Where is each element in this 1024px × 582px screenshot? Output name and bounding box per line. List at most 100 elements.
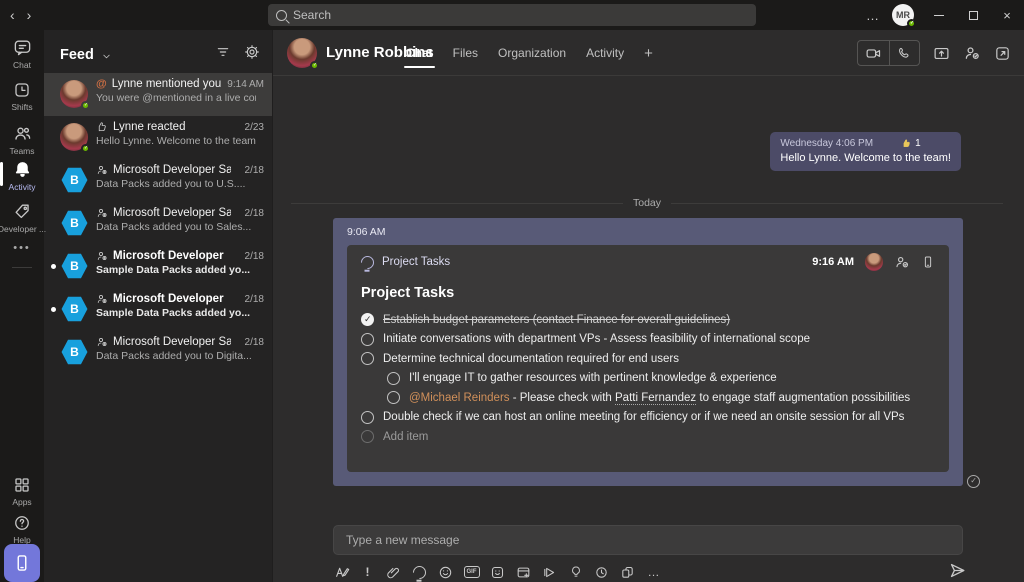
sticker-icon[interactable] xyxy=(489,564,506,581)
help-icon xyxy=(13,514,31,532)
task-text[interactable]: Double check if we can host an online me… xyxy=(383,411,904,423)
feed-item-subtitle: Data Packs added you to Digita... xyxy=(96,350,256,362)
teams-window: ‹ › … MR × Chat Shifts T xyxy=(0,0,1024,582)
task-checkbox[interactable] xyxy=(361,352,374,365)
stream-icon[interactable] xyxy=(541,564,558,581)
loop-component-card[interactable]: Project Tasks 9:16 AM Project Tasks Esta… xyxy=(347,245,949,472)
send-button[interactable] xyxy=(948,561,967,580)
feed-item-reaction[interactable]: Lynne reacted 2/23 Hello Lynne. Welcome … xyxy=(44,116,272,159)
contact-avatar[interactable] xyxy=(287,38,317,68)
message-timestamp: Wednesday 4:06 PM xyxy=(780,138,873,149)
profile-avatar[interactable]: MR xyxy=(892,4,914,26)
feed-item-added[interactable]: B Microsoft Developer Sample 2/18 Data P… xyxy=(44,159,272,202)
task-row: I'll engage IT to gather resources with … xyxy=(361,369,935,389)
task-text[interactable]: Determine technical documentation requir… xyxy=(383,353,679,365)
rail-label: Shifts xyxy=(11,102,32,112)
task-checkbox[interactable] xyxy=(361,411,374,424)
feed-item-time: 2/18 xyxy=(245,208,264,219)
task-text[interactable]: Initiate conversations with department V… xyxy=(383,333,810,345)
more-actions-icon[interactable]: … xyxy=(645,564,662,581)
format-icon[interactable] xyxy=(333,564,350,581)
tab-files[interactable]: Files xyxy=(453,32,478,74)
feed-item-added-unread[interactable]: B Microsoft Developer 2/18 Sample Data P… xyxy=(44,245,272,288)
shared-people-icon[interactable] xyxy=(894,254,910,270)
lightbulb-icon[interactable] xyxy=(567,564,584,581)
tab-organization[interactable]: Organization xyxy=(498,32,566,74)
message-input[interactable] xyxy=(334,526,962,554)
compose-box[interactable] xyxy=(333,525,963,555)
person-add-icon xyxy=(96,207,108,219)
rail-more-apps[interactable]: ••• xyxy=(0,242,44,254)
popout-chat-icon[interactable] xyxy=(994,45,1011,62)
task-text[interactable]: I'll engage IT to gather resources with … xyxy=(409,372,777,384)
feed-item-added[interactable]: B Microsoft Developer Sample 2/18 Data P… xyxy=(44,202,272,245)
feed-item-title: Microsoft Developer Sample xyxy=(113,207,231,219)
search-bar[interactable] xyxy=(268,4,756,26)
mobile-phone-icon[interactable] xyxy=(921,255,935,269)
delivery-options-icon[interactable]: ! xyxy=(359,564,376,581)
filter-icon[interactable] xyxy=(215,44,231,60)
mobile-app-button[interactable] xyxy=(4,544,40,582)
task-checkbox[interactable] xyxy=(361,333,374,346)
shifts-icon xyxy=(13,81,31,99)
rail-label: Developer ... xyxy=(0,224,46,234)
reaction-chip[interactable]: 1 xyxy=(901,138,921,149)
feed-item-mention[interactable]: @ Lynne mentioned you 9:14 AM You were @… xyxy=(44,73,272,116)
app-rail: Chat Shifts Teams Activity Developer ...… xyxy=(0,30,44,582)
gif-icon[interactable]: GIF xyxy=(463,564,480,581)
share-screen-icon[interactable] xyxy=(933,45,950,62)
feed-item-subtitle: Data Packs added you to U.S.... xyxy=(96,178,256,190)
sidebar-item-help[interactable]: Help xyxy=(0,514,44,545)
task-checkbox[interactable] xyxy=(387,372,400,385)
person-link[interactable]: Patti Fernandez xyxy=(615,392,696,405)
chevron-down-icon[interactable] xyxy=(101,51,112,62)
close-button[interactable]: × xyxy=(990,0,1024,30)
activity-feed-panel: Feed @ Lynne mentioned you 9:14 AM You w… xyxy=(44,30,272,582)
settings-more-icon[interactable]: … xyxy=(854,8,892,23)
feed-item-subtitle: Data Packs added you to Sales... xyxy=(96,221,256,233)
feed-title[interactable]: Feed xyxy=(60,47,94,63)
mention-link[interactable]: @Michael Reinders xyxy=(409,392,510,404)
feed-item-added-unread[interactable]: B Microsoft Developer 2/18 Sample Data P… xyxy=(44,288,272,331)
schedule-icon[interactable] xyxy=(515,564,532,581)
sidebar-item-developer[interactable]: Developer ... xyxy=(0,202,44,234)
sidebar-item-apps[interactable]: Apps xyxy=(0,476,44,507)
add-item-row[interactable]: Add item xyxy=(361,427,935,447)
loop-component-icon[interactable] xyxy=(411,564,428,581)
approvals-icon[interactable] xyxy=(619,564,636,581)
task-text[interactable]: Establish budget parameters (contact Fin… xyxy=(383,314,730,326)
feed-item-title: Lynne reacted xyxy=(113,121,185,133)
sidebar-item-teams[interactable]: Teams xyxy=(0,124,44,156)
search-icon xyxy=(276,10,287,21)
video-call-button[interactable] xyxy=(858,41,889,65)
task-text[interactable]: @Michael Reinders - Please check with Pa… xyxy=(409,392,910,404)
sidebar-item-chat[interactable]: Chat xyxy=(0,38,44,70)
search-input[interactable] xyxy=(293,8,713,22)
unread-dot xyxy=(51,264,56,269)
avatar xyxy=(60,123,88,151)
maximize-button[interactable] xyxy=(956,0,990,30)
add-tab-button[interactable]: + xyxy=(644,45,653,62)
feed-item-added[interactable]: B Microsoft Developer Sample 2/18 Data P… xyxy=(44,331,272,374)
audio-call-button[interactable] xyxy=(890,41,919,65)
sidebar-item-shifts[interactable]: Shifts xyxy=(0,81,44,112)
rail-label: Chat xyxy=(13,60,31,70)
sent-message: Wednesday 4:06 PM 1 Hello Lynne. Welcome… xyxy=(770,132,961,171)
task-checkbox-checked[interactable] xyxy=(361,313,374,326)
tab-chat[interactable]: Chat xyxy=(406,32,433,74)
sidebar-item-activity[interactable]: Activity xyxy=(0,160,44,192)
emoji-icon[interactable] xyxy=(437,564,454,581)
scheduled-send-icon[interactable] xyxy=(593,564,610,581)
checklist-title: Project Tasks xyxy=(361,285,935,301)
phone-handset-icon xyxy=(897,46,912,61)
gear-icon[interactable] xyxy=(244,44,260,60)
attach-icon[interactable] xyxy=(385,564,402,581)
back-icon[interactable]: ‹ xyxy=(10,7,15,23)
feed-item-time: 2/18 xyxy=(245,337,264,348)
tab-activity[interactable]: Activity xyxy=(586,32,624,74)
forward-icon[interactable]: › xyxy=(27,7,32,23)
loop-icon xyxy=(358,253,376,271)
task-checkbox[interactable] xyxy=(387,391,400,404)
add-people-icon[interactable] xyxy=(963,44,981,62)
minimize-button[interactable] xyxy=(922,0,956,30)
